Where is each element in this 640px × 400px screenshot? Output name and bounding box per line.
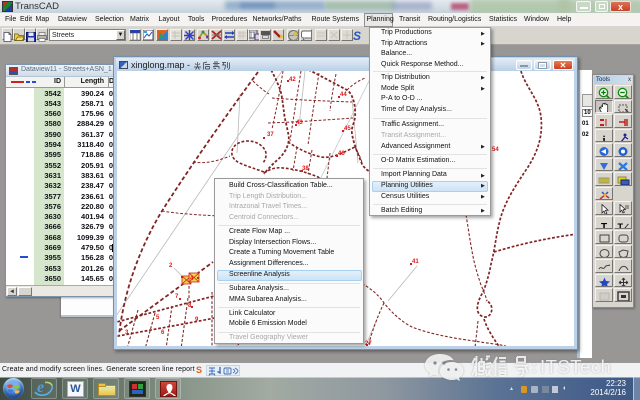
- svg-text:46: 46: [338, 151, 345, 157]
- svg-text:3: 3: [125, 330, 129, 336]
- svg-text:44: 44: [340, 92, 347, 98]
- svg-text:7: 7: [175, 294, 179, 300]
- svg-text:43: 43: [296, 120, 303, 126]
- svg-text:42: 42: [289, 77, 296, 83]
- svg-text:45: 45: [344, 126, 351, 132]
- svg-text:38: 38: [302, 166, 309, 172]
- svg-text:6: 6: [161, 330, 165, 336]
- svg-text:41: 41: [412, 259, 419, 265]
- svg-text:37: 37: [267, 132, 274, 138]
- svg-text:27: 27: [365, 341, 372, 346]
- svg-text:54: 54: [492, 147, 499, 153]
- svg-text:5: 5: [156, 315, 160, 321]
- svg-text:2: 2: [169, 263, 173, 269]
- svg-text:9: 9: [195, 317, 199, 323]
